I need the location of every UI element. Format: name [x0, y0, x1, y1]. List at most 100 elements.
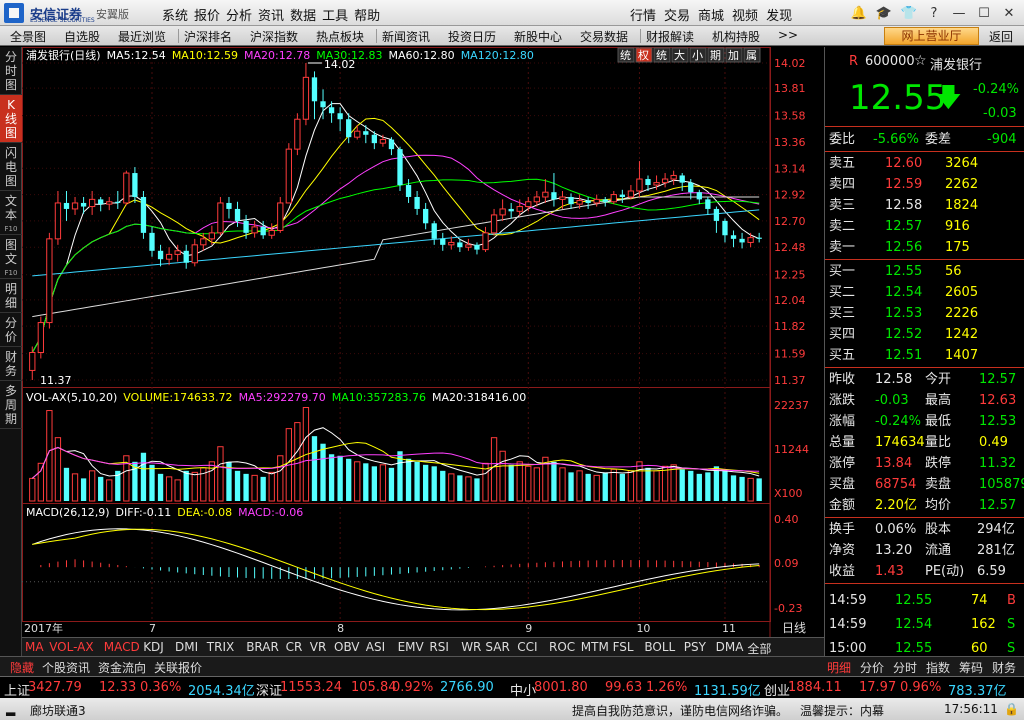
right-menu-item[interactable]: 行情: [630, 5, 656, 24]
indicator-tab[interactable]: FSL: [613, 640, 634, 654]
toolbar-item[interactable]: 热点板块: [316, 28, 364, 45]
view-tab[interactable]: 分价: [0, 313, 22, 347]
menu-item[interactable]: 数据: [290, 5, 316, 24]
view-tab[interactable]: 明细: [0, 279, 22, 313]
graduation-cap-icon[interactable]: 🎓: [873, 3, 895, 23]
page-tab[interactable]: 资金流向: [98, 659, 146, 676]
menu-item[interactable]: 资讯: [258, 5, 284, 24]
kline-option-button[interactable]: 小: [689, 47, 707, 63]
toolbar-item[interactable]: 全景图: [10, 28, 46, 45]
toolbar-item[interactable]: 沪深指数: [250, 28, 298, 45]
candle[interactable]: [37, 316, 44, 359]
quote-tab[interactable]: 筹码: [959, 659, 983, 676]
right-menu-item[interactable]: 商城: [698, 5, 724, 24]
toolbar-item[interactable]: 最近浏览: [118, 28, 166, 45]
quote-tab[interactable]: 指数: [926, 659, 950, 676]
index-name[interactable]: 深证: [256, 680, 282, 699]
indicator-tab[interactable]: MACD: [104, 640, 140, 654]
server-label[interactable]: 廊坊联通3: [30, 702, 86, 719]
view-tab[interactable]: 文本 F10: [0, 191, 22, 235]
menu-item[interactable]: 帮助: [354, 5, 380, 24]
page-tab[interactable]: 隐藏: [10, 659, 34, 676]
index-name[interactable]: 上证: [4, 680, 30, 699]
menu-item[interactable]: 分析: [226, 5, 252, 24]
candle[interactable]: [46, 232, 53, 329]
candle[interactable]: [123, 170, 130, 206]
candle[interactable]: [140, 190, 147, 239]
kline-option-button[interactable]: 加: [725, 47, 743, 63]
kline-chart[interactable]: 14.02 13.81 13.58 13.36 13.14 12.92 12.70 12.48…: [22, 47, 824, 637]
view-tab[interactable]: 闪电图: [0, 143, 22, 191]
kline-option-button[interactable]: 统: [653, 47, 671, 63]
right-menu-item[interactable]: 发现: [766, 5, 792, 24]
indicator-tab[interactable]: PSY: [684, 640, 706, 654]
toolbar-item[interactable]: 新闻资讯: [382, 28, 430, 45]
help-icon[interactable]: ?: [923, 3, 945, 23]
online-service-button[interactable]: 网上营业厅: [884, 27, 979, 45]
indicator-tab[interactable]: WR: [461, 640, 481, 654]
view-tab[interactable]: 财务: [0, 347, 22, 381]
maximize-icon[interactable]: ☐: [973, 3, 995, 23]
lock-icon[interactable]: 🔒: [1004, 702, 1019, 716]
menu-item[interactable]: 系统: [162, 5, 188, 24]
indicator-tab[interactable]: ASI: [366, 640, 385, 654]
close-icon[interactable]: ✕: [998, 3, 1020, 23]
toolbar-item[interactable]: 沪深排名: [184, 28, 232, 45]
shirt-icon[interactable]: 👕: [898, 3, 920, 23]
right-menu-item[interactable]: 交易: [664, 5, 690, 24]
toolbar-item[interactable]: 自选股: [64, 28, 100, 45]
candle[interactable]: [217, 196, 224, 236]
minimize-icon[interactable]: —: [948, 3, 970, 23]
toolbar-item[interactable]: >>: [778, 28, 798, 42]
view-tab[interactable]: K线图: [0, 95, 22, 143]
toolbar-item[interactable]: 交易数据: [580, 28, 628, 45]
right-menu-item[interactable]: 视频: [732, 5, 758, 24]
quote-tab[interactable]: 财务: [992, 659, 1016, 676]
view-tab[interactable]: 多周期: [0, 381, 22, 429]
back-button[interactable]: 返回: [989, 28, 1013, 45]
kline-option-button[interactable]: 大: [671, 47, 689, 63]
indicator-tab[interactable]: KDJ: [143, 640, 164, 654]
index-name[interactable]: 中小: [510, 680, 536, 699]
favorite-star-icon[interactable]: ☆: [914, 53, 927, 69]
indicator-tab[interactable]: TRIX: [207, 640, 234, 654]
page-tab[interactable]: 个股资讯: [42, 659, 90, 676]
quote-tab[interactable]: 明细: [827, 659, 851, 676]
view-tab[interactable]: 分时图: [0, 47, 22, 95]
candle[interactable]: [294, 113, 301, 156]
indicator-tab[interactable]: 全部: [747, 640, 771, 657]
indicator-tab[interactable]: OBV: [334, 640, 360, 654]
candle[interactable]: [397, 146, 403, 191]
indicator-tab[interactable]: VOL-AX: [49, 640, 93, 654]
indicator-tab[interactable]: MA: [25, 640, 44, 654]
kline-option-button[interactable]: 统: [617, 47, 635, 63]
kline-option-button[interactable]: 期: [707, 47, 725, 63]
kline-option-button[interactable]: 属: [743, 47, 761, 63]
page-tab[interactable]: 关联报价: [154, 659, 202, 676]
bell-icon[interactable]: 🔔: [848, 3, 870, 23]
index-name[interactable]: 创业: [764, 680, 790, 699]
toolbar-item[interactable]: 财报解读: [646, 28, 694, 45]
toolbar-item[interactable]: 机构持股: [712, 28, 760, 45]
candle[interactable]: [285, 143, 292, 204]
indicator-tab[interactable]: DMI: [175, 640, 198, 654]
indicator-tab[interactable]: BRAR: [246, 640, 279, 654]
indicator-tab[interactable]: CR: [286, 640, 303, 654]
kline-option-button[interactable]: 权: [635, 47, 653, 63]
indicator-tab[interactable]: CCI: [517, 640, 537, 654]
quote-tab[interactable]: 分价: [860, 659, 884, 676]
toolbar-item[interactable]: 新股中心: [514, 28, 562, 45]
indicator-tab[interactable]: ROC: [549, 640, 575, 654]
indicator-tab[interactable]: BOLL: [644, 640, 675, 654]
view-tab[interactable]: 图文 F10: [0, 235, 22, 279]
indicator-tab[interactable]: DMA: [716, 640, 744, 654]
indicator-tab[interactable]: RSI: [429, 640, 449, 654]
toolbar-item[interactable]: 投资日历: [448, 28, 496, 45]
indicator-tab[interactable]: VR: [310, 640, 327, 654]
indicator-tab[interactable]: MTM: [581, 640, 609, 654]
indicator-tab[interactable]: EMV: [398, 640, 424, 654]
indicator-tab[interactable]: SAR: [485, 640, 509, 654]
quote-tab[interactable]: 分时: [893, 659, 917, 676]
menu-item[interactable]: 报价: [194, 5, 220, 24]
menu-item[interactable]: 工具: [322, 5, 348, 24]
